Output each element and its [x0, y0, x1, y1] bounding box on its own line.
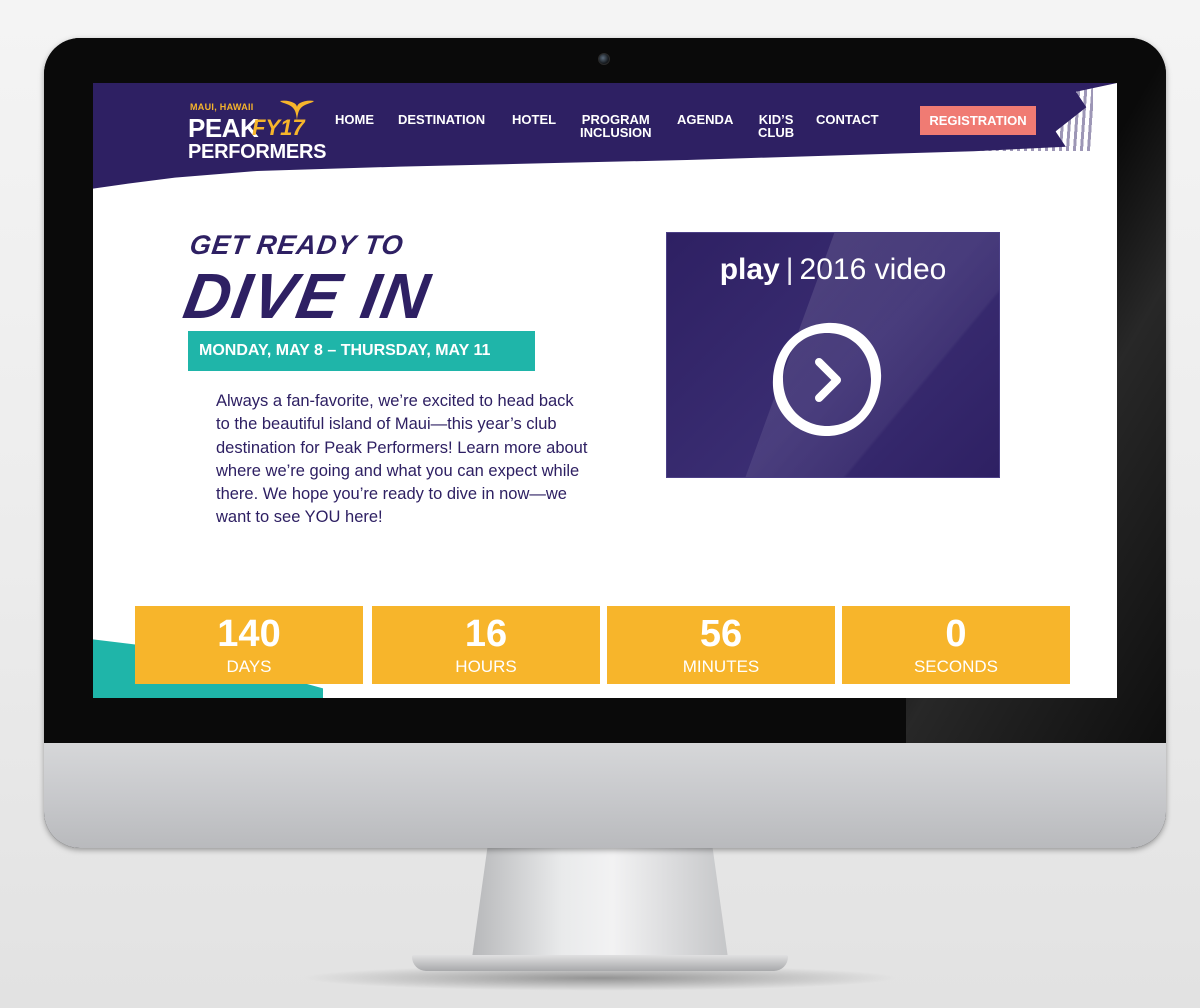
website-screen: MAUI, HAWAII PEAK FY17 PERFORMERS HOME D… — [93, 83, 1117, 698]
countdown-minutes: 56 MINUTES — [607, 606, 835, 684]
logo-location: MAUI, HAWAII — [190, 102, 254, 112]
video-separator: | — [785, 253, 794, 286]
countdown-seconds-value: 0 — [945, 613, 967, 655]
countdown-timer: 140 DAYS 16 HOURS 56 MINUTES 0 SECONDS — [135, 606, 1070, 684]
video-title: play | 2016 video — [667, 253, 999, 287]
video-play-word: play — [719, 253, 780, 286]
logo-performers: PERFORMERS — [188, 141, 327, 163]
countdown-hours-label: HOURS — [455, 657, 517, 676]
video-label: 2016 video — [799, 253, 947, 286]
monitor-stand-base — [412, 955, 788, 971]
event-dates: MONDAY, MAY 8 – THURSDAY, MAY 11 — [188, 331, 535, 371]
monitor-chin — [44, 743, 1166, 848]
countdown-days-value: 140 — [217, 613, 281, 655]
nav-item-home[interactable]: HOME — [335, 113, 374, 126]
countdown-days-label: DAYS — [226, 657, 272, 676]
countdown-minutes-label: MINUTES — [682, 657, 760, 676]
nav-item-kids-club[interactable]: KID’S CLUB — [758, 113, 794, 139]
webcam-icon — [598, 53, 610, 65]
intro-paragraph: Always a fan-favorite, we’re excited to … — [216, 392, 588, 527]
countdown-minutes-value: 56 — [699, 613, 743, 655]
hero-pretitle: GET READY TO — [187, 230, 406, 260]
nav-item-hotel[interactable]: HOTEL — [512, 113, 556, 126]
countdown-seconds-label: SECONDS — [913, 657, 999, 676]
countdown-seconds: 0 SECONDS — [842, 606, 1070, 684]
nav-item-agenda[interactable]: AGENDA — [677, 113, 733, 126]
play-circle-icon[interactable] — [767, 317, 887, 443]
registration-button[interactable]: REGISTRATION — [920, 106, 1036, 135]
nav-item-program-inclusion[interactable]: PROGRAM INCLUSION — [580, 113, 652, 139]
video-player[interactable]: play | 2016 video — [666, 232, 1000, 478]
countdown-hours: 16 HOURS — [372, 606, 600, 684]
hero-title: DIVE IN — [178, 260, 437, 332]
countdown-hours-value: 16 — [464, 613, 508, 655]
nav-item-contact[interactable]: CONTACT — [816, 113, 879, 126]
countdown-days: 140 DAYS — [135, 606, 363, 684]
monitor-stand — [472, 848, 728, 958]
nav-item-destination[interactable]: DESTINATION — [398, 113, 485, 126]
